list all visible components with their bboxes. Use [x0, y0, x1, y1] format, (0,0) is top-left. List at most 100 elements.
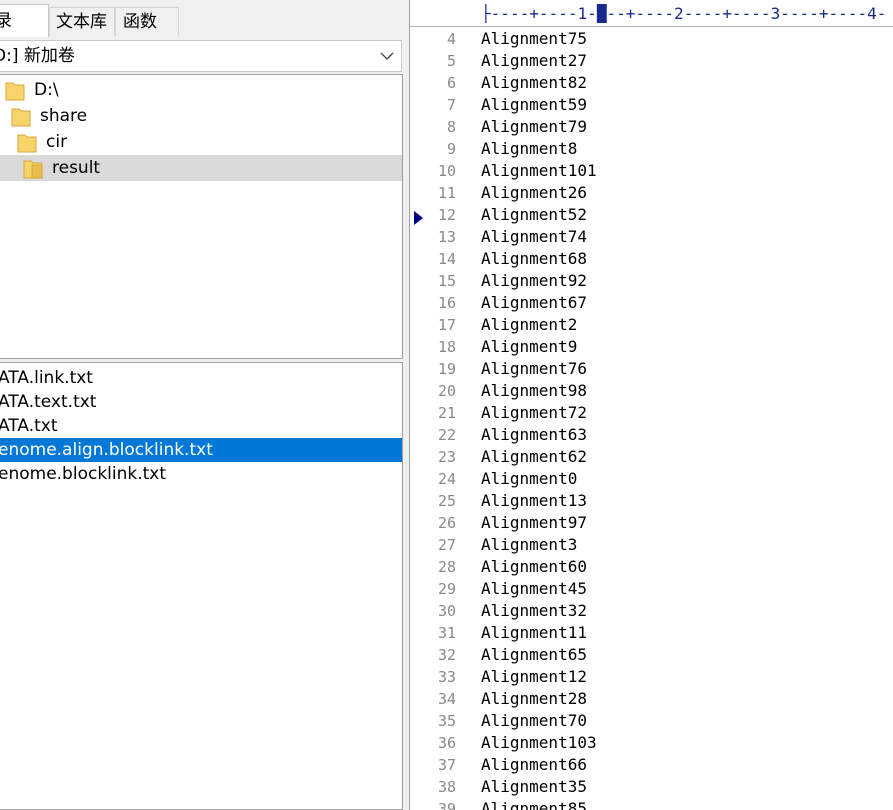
drive-select-value: D:] 新加卷 — [0, 46, 75, 66]
line-number: 17 — [437, 316, 456, 334]
code-line[interactable]: Alignment67 — [481, 292, 587, 314]
text-editor[interactable]: ├----+----1-█--+----2----+----3----+----… — [409, 0, 893, 810]
line-number: 5 — [446, 52, 456, 70]
code-line[interactable]: Alignment63 — [481, 424, 587, 446]
code-line[interactable]: Alignment98 — [481, 380, 587, 402]
code-line[interactable]: Alignment2 — [481, 314, 577, 336]
line-number: 18 — [437, 338, 456, 356]
line-number: 37 — [437, 756, 456, 774]
code-line[interactable]: Alignment101 — [481, 160, 597, 182]
line-number: 16 — [437, 294, 456, 312]
code-line[interactable]: Alignment13 — [481, 490, 587, 512]
code-line[interactable]: Alignment72 — [481, 402, 587, 424]
tree-item-result[interactable]: result — [0, 155, 402, 181]
line-number: 22 — [437, 426, 456, 444]
line-number: 31 — [437, 624, 456, 642]
left-panel: 目录 文本库 函数 D:] 新加卷 D:\ share — [0, 0, 405, 810]
line-number: 14 — [437, 250, 456, 268]
code-line[interactable]: Alignment8 — [481, 138, 577, 160]
line-number: 6 — [446, 74, 456, 92]
tree-item-label: cir — [46, 132, 68, 152]
line-number: 19 — [437, 360, 456, 378]
tab-functions[interactable]: 函数 — [115, 7, 179, 36]
column-ruler: ├----+----1-█--+----2----+----3----+----… — [410, 0, 893, 27]
code-line[interactable]: Alignment3 — [481, 534, 577, 556]
code-line[interactable]: Alignment62 — [481, 446, 587, 468]
file-item[interactable]: ATA.link.txt — [0, 366, 402, 390]
line-number: 39 — [437, 800, 456, 810]
code-line[interactable]: Alignment27 — [481, 50, 587, 72]
line-number: 20 — [437, 382, 456, 400]
code-line[interactable]: Alignment28 — [481, 688, 587, 710]
line-number: 24 — [437, 470, 456, 488]
tree-item-drive[interactable]: D:\ — [0, 77, 402, 103]
line-number: 10 — [437, 162, 456, 180]
code-line[interactable]: Alignment66 — [481, 754, 587, 776]
tab-directory[interactable]: 目录 — [0, 4, 49, 37]
line-number: 32 — [437, 646, 456, 664]
line-number: 11 — [437, 184, 456, 202]
code-line[interactable]: Alignment12 — [481, 666, 587, 688]
tab-label: 目录 — [0, 11, 12, 31]
tree-item-label: result — [52, 158, 101, 178]
tree-item-label: share — [40, 106, 88, 126]
folder-icon — [5, 82, 25, 101]
code-line[interactable]: Alignment9 — [481, 336, 577, 358]
code-line[interactable]: Alignment45 — [481, 578, 587, 600]
code-line[interactable]: Alignment103 — [481, 732, 597, 754]
chevron-down-icon[interactable] — [379, 41, 395, 71]
code-line[interactable]: Alignment35 — [481, 776, 587, 798]
code-line[interactable]: Alignment52 — [481, 204, 587, 226]
line-number: 33 — [437, 668, 456, 686]
code-line[interactable]: Alignment26 — [481, 182, 587, 204]
code-line[interactable]: Alignment74 — [481, 226, 587, 248]
tree-item-share[interactable]: share — [0, 103, 402, 129]
code-line[interactable]: Alignment32 — [481, 600, 587, 622]
line-number: 35 — [437, 712, 456, 730]
line-number: 12 — [437, 206, 456, 224]
file-list[interactable]: ATA.link.txt ATA.text.txt ATA.txt enome.… — [0, 362, 403, 810]
code-line[interactable]: Alignment97 — [481, 512, 587, 534]
code-line[interactable]: Alignment65 — [481, 644, 587, 666]
line-number: 34 — [437, 690, 456, 708]
code-line[interactable]: Alignment70 — [481, 710, 587, 732]
file-item-selected[interactable]: enome.align.blocklink.txt — [0, 438, 402, 462]
line-number: 27 — [437, 536, 456, 554]
tab-text-library[interactable]: 文本库 — [49, 7, 115, 36]
line-number: 8 — [446, 118, 456, 136]
tree-item-label: D:\ — [34, 80, 59, 100]
code-line[interactable]: Alignment76 — [481, 358, 587, 380]
code-line[interactable]: Alignment79 — [481, 116, 587, 138]
folder-icon — [11, 108, 31, 127]
line-number: 21 — [437, 404, 456, 422]
line-number: 28 — [437, 558, 456, 576]
code-line[interactable]: Alignment75 — [481, 28, 587, 50]
code-line[interactable]: Alignment68 — [481, 248, 587, 270]
drive-select[interactable]: D:] 新加卷 — [0, 40, 402, 72]
folder-icon — [17, 134, 37, 153]
code-line[interactable]: Alignment60 — [481, 556, 587, 578]
code-line[interactable]: Alignment92 — [481, 270, 587, 292]
line-number: 13 — [437, 228, 456, 246]
line-number: 23 — [437, 448, 456, 466]
tree-item-cir[interactable]: cir — [0, 129, 402, 155]
code-line[interactable]: Alignment85 — [481, 798, 587, 810]
file-item[interactable]: ATA.text.txt — [0, 390, 402, 414]
open-folder-icon — [23, 160, 43, 179]
line-number: 4 — [446, 30, 456, 48]
code-line[interactable]: Alignment0 — [481, 468, 577, 490]
line-number: 38 — [437, 778, 456, 796]
code-line[interactable]: Alignment11 — [481, 622, 587, 644]
file-item[interactable]: ATA.txt — [0, 414, 402, 438]
line-number: 15 — [437, 272, 456, 290]
line-number: 7 — [446, 96, 456, 114]
folder-tree[interactable]: D:\ share cir result — [0, 74, 403, 359]
file-item[interactable]: enome.blocklink.txt — [0, 462, 402, 486]
line-number: 36 — [437, 734, 456, 752]
tab-bar: 目录 文本库 函数 — [0, 0, 405, 37]
code-line[interactable]: Alignment82 — [481, 72, 587, 94]
ruler-text: ├----+----1-█--+----2----+----3----+----… — [481, 4, 887, 23]
code-line[interactable]: Alignment59 — [481, 94, 587, 116]
line-number: 26 — [437, 514, 456, 532]
line-number-gutter: 4 5 6 7 8 9 10 11 12 13 14 15 16 17 18 19 20 21 22 23 24 25 26… — [410, 27, 470, 810]
